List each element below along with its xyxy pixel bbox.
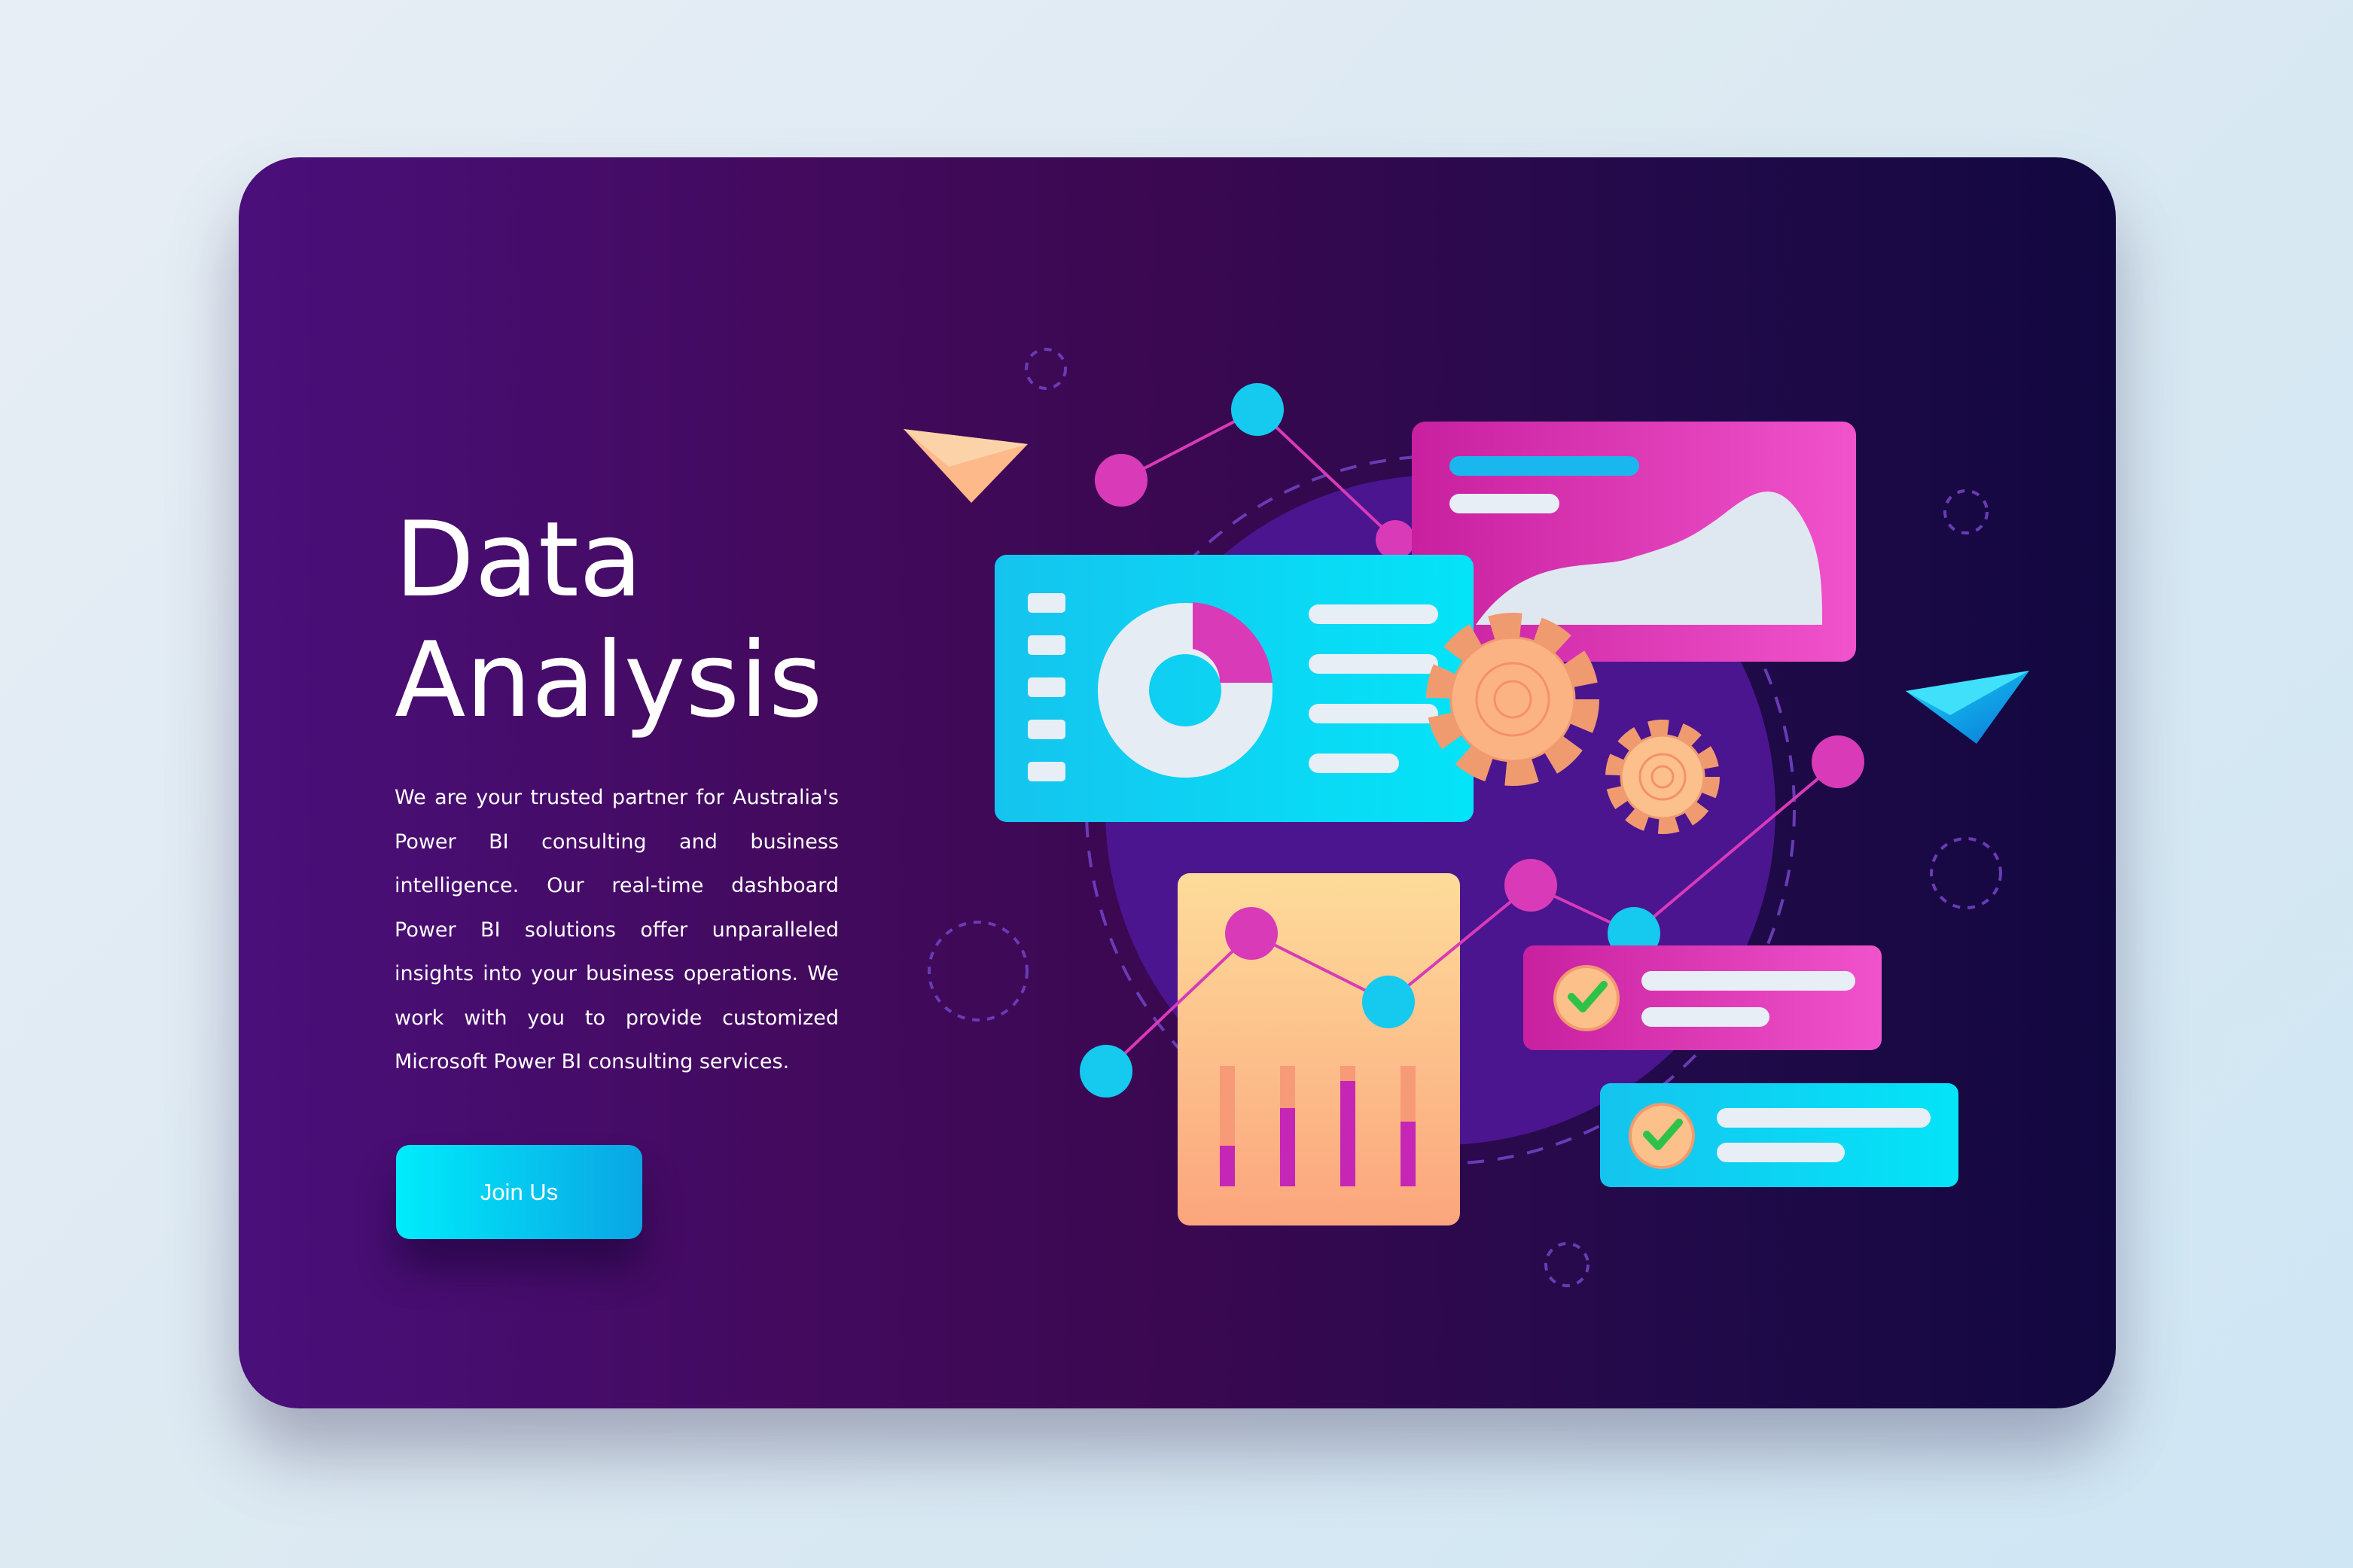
- data-analysis-illustration: [904, 348, 2029, 1287]
- donut-chart-card: [995, 555, 1474, 822]
- paper-plane-icon: [1906, 671, 2029, 744]
- area-chart-card: [1412, 422, 1856, 662]
- task-card-blue: [1600, 1083, 1958, 1187]
- hero-card: Data Analysis We are your trusted partne…: [239, 157, 2116, 1408]
- paper-plane-icon: [904, 429, 1028, 503]
- bar-chart-card: [1178, 873, 1460, 1225]
- task-card-pink: [1523, 945, 1882, 1050]
